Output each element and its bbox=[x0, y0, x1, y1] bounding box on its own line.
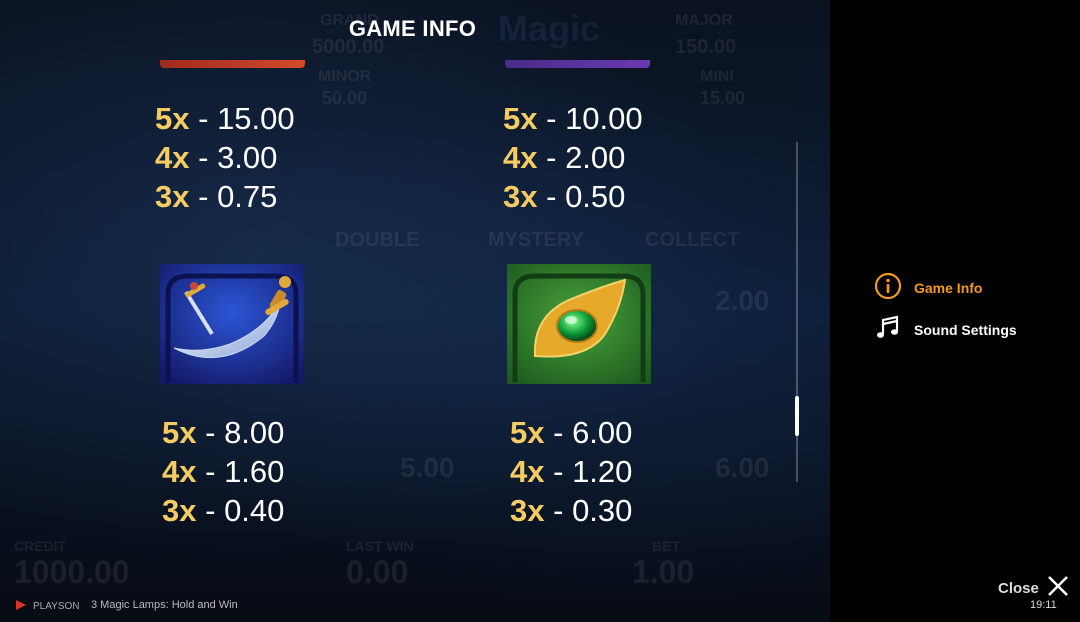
bg-feature-label: COLLECT bbox=[645, 229, 740, 251]
symbol-fragment-top-right bbox=[505, 60, 650, 68]
multiplier: 3x bbox=[162, 493, 197, 528]
payout-value: 10.00 bbox=[565, 101, 643, 136]
symbol-fragment-top-left bbox=[160, 60, 305, 68]
menu-item-label: Game Info bbox=[914, 279, 983, 296]
bg-credit-label: CREDIT bbox=[14, 538, 67, 554]
multiplier: 4x bbox=[510, 454, 545, 489]
pay-row: 3x - 0.30 bbox=[510, 491, 632, 530]
payout-value: 3.00 bbox=[217, 140, 278, 175]
payout-value: 0.75 bbox=[217, 179, 278, 214]
payout-value: 1.60 bbox=[224, 454, 285, 489]
game-title: 3 Magic Lamps: Hold and Win bbox=[91, 599, 238, 611]
multiplier: 5x bbox=[162, 415, 197, 450]
paytable-group: 5x - 10.00 4x - 2.00 3x - 0.50 bbox=[503, 99, 643, 216]
menu-item-game-info[interactable]: Game Info bbox=[874, 272, 982, 303]
separator: - bbox=[205, 454, 216, 489]
bg-last-win-value: 0.00 bbox=[346, 554, 409, 590]
bg-coin-value: 2.00 bbox=[715, 285, 770, 316]
multiplier: 5x bbox=[155, 101, 190, 136]
bg-jackpot-value: 50.00 bbox=[322, 88, 368, 108]
bg-last-win-label: LAST WIN bbox=[346, 538, 414, 554]
pay-row: 4x - 1.60 bbox=[162, 452, 284, 491]
separator: - bbox=[546, 140, 557, 175]
multiplier: 4x bbox=[503, 140, 538, 175]
pay-row: 5x - 8.00 bbox=[162, 413, 284, 452]
separator: - bbox=[205, 415, 216, 450]
paytable-group: 5x - 15.00 4x - 3.00 3x - 0.75 bbox=[155, 99, 295, 216]
separator: - bbox=[553, 415, 564, 450]
bg-feature-label: DOUBLE bbox=[335, 229, 420, 251]
payout-value: 0.40 bbox=[224, 493, 285, 528]
multiplier: 5x bbox=[510, 415, 545, 450]
pay-row: 5x - 15.00 bbox=[155, 99, 295, 138]
separator: - bbox=[546, 101, 557, 136]
side-menu-panel bbox=[830, 0, 1080, 622]
payout-value: 6.00 bbox=[572, 415, 633, 450]
emerald-brooch-symbol-icon bbox=[507, 264, 651, 384]
bg-coin-value: 5.00 bbox=[400, 452, 455, 483]
page-title: GAME INFO bbox=[348, 16, 477, 41]
bg-bet-value: 1.00 bbox=[632, 554, 695, 590]
pay-row: 3x - 0.75 bbox=[155, 177, 295, 216]
separator: - bbox=[198, 179, 209, 214]
separator: - bbox=[198, 140, 209, 175]
menu-item-label: Sound Settings bbox=[914, 321, 1017, 338]
pay-row: 4x - 3.00 bbox=[155, 138, 295, 177]
pay-row: 4x - 2.00 bbox=[503, 138, 643, 177]
scrollbar-thumb[interactable] bbox=[795, 396, 799, 436]
pay-row: 3x - 0.50 bbox=[503, 177, 643, 216]
multiplier: 3x bbox=[503, 179, 538, 214]
bg-credit-value: 1000.00 bbox=[14, 554, 130, 590]
payout-value: 8.00 bbox=[224, 415, 285, 450]
separator: - bbox=[546, 179, 557, 214]
multiplier: 3x bbox=[510, 493, 545, 528]
pay-row: 5x - 6.00 bbox=[510, 413, 632, 452]
bg-bet-label: BET bbox=[652, 538, 680, 554]
separator: - bbox=[198, 101, 209, 136]
payout-value: 2.00 bbox=[565, 140, 626, 175]
bg-jackpot-label: MINOR bbox=[318, 68, 372, 85]
close-button[interactable]: Close bbox=[998, 575, 1069, 601]
paytable-group: 5x - 6.00 4x - 1.20 3x - 0.30 bbox=[510, 413, 632, 530]
brand-logo: PLAYSON bbox=[15, 599, 80, 614]
menu-item-sound-settings[interactable]: Sound Settings bbox=[874, 314, 1017, 345]
clock-time: 19:11 bbox=[1030, 599, 1057, 611]
payout-value: 15.00 bbox=[217, 101, 295, 136]
payout-value: 1.20 bbox=[572, 454, 633, 489]
bg-jackpot-value: 15.00 bbox=[700, 88, 746, 108]
bg-jackpot-label: MINI bbox=[700, 68, 734, 85]
multiplier: 5x bbox=[503, 101, 538, 136]
multiplier: 3x bbox=[155, 179, 190, 214]
separator: - bbox=[553, 493, 564, 528]
paytable-group: 5x - 8.00 4x - 1.60 3x - 0.40 bbox=[162, 413, 284, 530]
separator: - bbox=[205, 493, 216, 528]
payout-value: 0.30 bbox=[572, 493, 633, 528]
bg-coin-value: 6.00 bbox=[715, 452, 770, 483]
bg-feature-label: MYSTERY bbox=[488, 229, 584, 251]
pay-row: 3x - 0.40 bbox=[162, 491, 284, 530]
scimitar-symbol-icon bbox=[160, 264, 304, 384]
playson-logo-icon bbox=[15, 599, 27, 614]
brand-name: PLAYSON bbox=[33, 601, 80, 612]
music-note-icon bbox=[874, 314, 902, 345]
multiplier: 4x bbox=[162, 454, 197, 489]
multiplier: 4x bbox=[155, 140, 190, 175]
separator: - bbox=[553, 454, 564, 489]
game-background: GRAND 5000.00 MAJOR 150.00 MINOR 50.00 M… bbox=[0, 0, 830, 622]
payout-value: 0.50 bbox=[565, 179, 626, 214]
close-label: Close bbox=[998, 579, 1039, 597]
pay-row: 4x - 1.20 bbox=[510, 452, 632, 491]
pay-row: 5x - 10.00 bbox=[503, 99, 643, 138]
info-icon bbox=[874, 272, 902, 303]
close-icon bbox=[1047, 575, 1069, 601]
